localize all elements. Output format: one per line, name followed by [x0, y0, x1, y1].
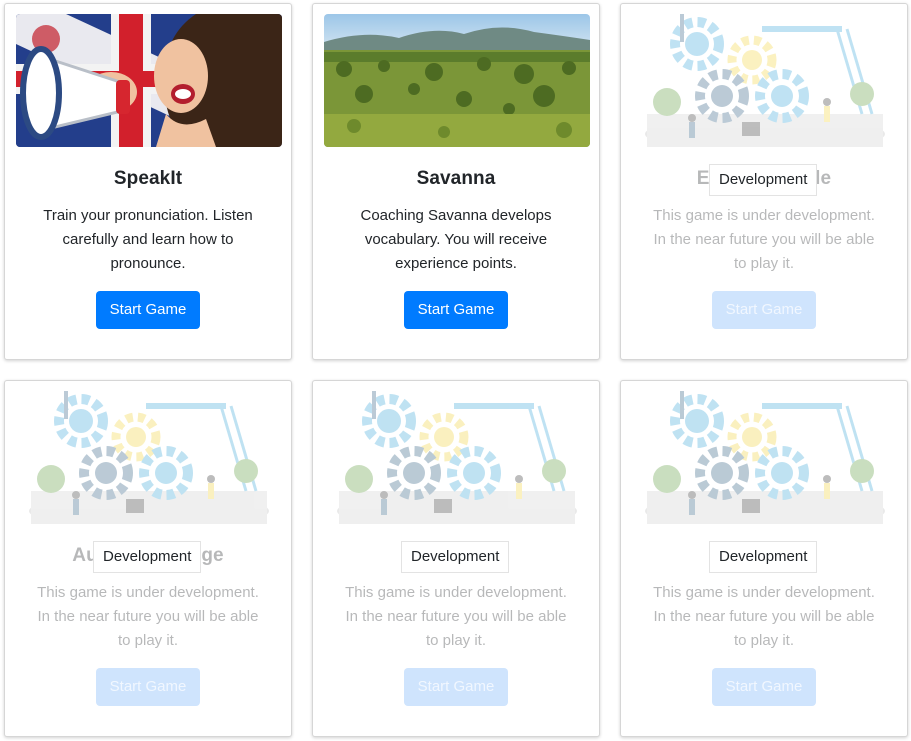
card-description: Coaching Savanna develops vocabulary. Yo… [360, 207, 552, 272]
card-description: Train your pronunciation. Listen careful… [43, 207, 253, 272]
development-badge: Development [709, 164, 818, 196]
start-game-button: Start Game [404, 668, 508, 706]
development-illustration [324, 391, 590, 524]
start-game-button: Start Game [712, 668, 816, 706]
card-title: SpeakIt [113, 168, 183, 189]
development-badge: Development [401, 541, 510, 573]
development-illustration [16, 391, 282, 524]
card-description: This game is under development. In the n… [345, 584, 567, 649]
card-description: This game is under development. In the n… [653, 584, 875, 649]
start-game-button[interactable]: Start Game [404, 291, 508, 329]
game-card-dev-3: English Puzzle This game is under develo… [620, 3, 908, 360]
development-illustration [632, 391, 898, 524]
start-game-button: Start Game [96, 668, 200, 706]
game-card-dev-6: This game is under development. In the n… [620, 380, 908, 737]
development-badge: Development [93, 541, 202, 573]
development-illustration [632, 14, 898, 147]
card-description: This game is under development. In the n… [37, 584, 259, 649]
savanna-image [324, 14, 590, 147]
game-card-dev-4: Audio Challenge This game is under devel… [4, 380, 292, 737]
development-badge: Development [709, 541, 818, 573]
card-description: This game is under development. In the n… [653, 207, 875, 272]
speakit-image [16, 14, 282, 147]
game-card-savanna: Savanna Coaching Savanna develops vocabu… [312, 3, 600, 360]
game-card-dev-5: This game is under development. In the n… [312, 380, 600, 737]
card-title: Savanna [416, 168, 496, 189]
start-game-button: Start Game [712, 291, 816, 329]
start-game-button[interactable]: Start Game [96, 291, 200, 329]
game-card-speakit: SpeakIt Train your pronunciation. Listen… [4, 3, 292, 360]
